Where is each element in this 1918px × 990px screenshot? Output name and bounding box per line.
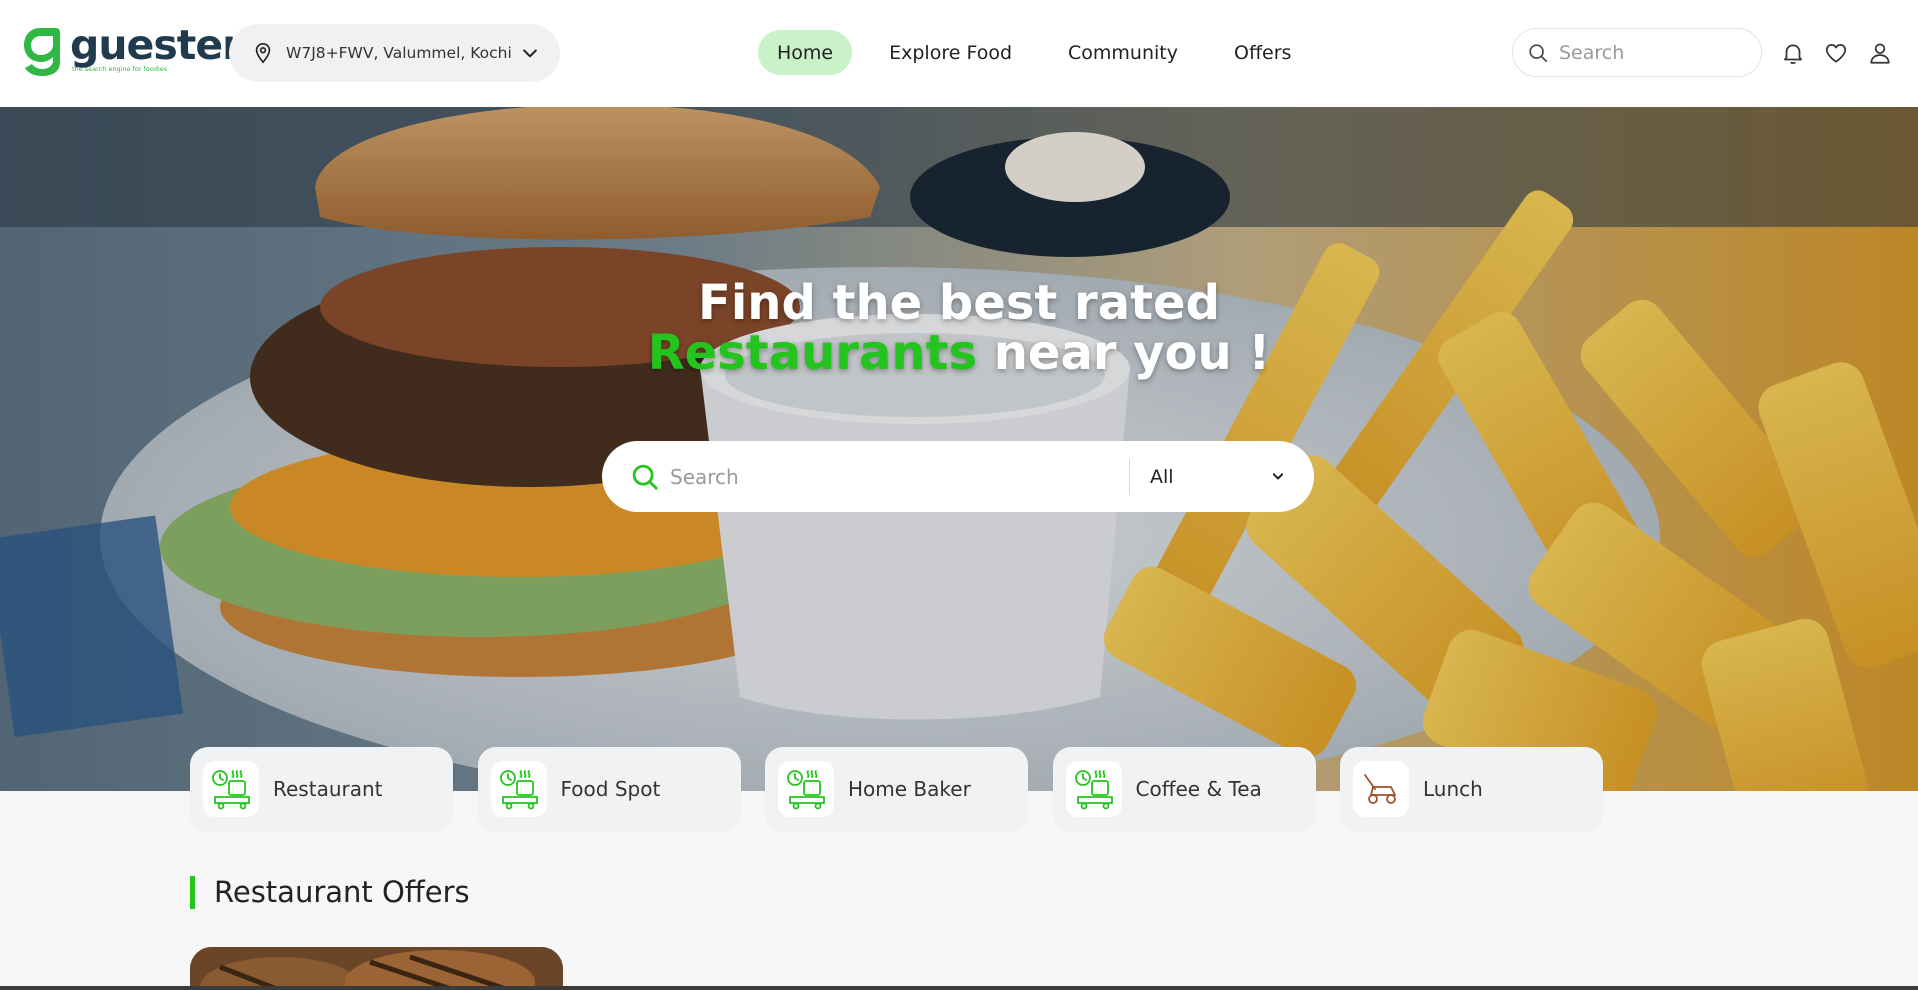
category-label: Restaurant <box>273 776 383 801</box>
search-icon <box>632 464 658 490</box>
hero-title-rest: near you ! <box>977 325 1271 381</box>
category-list: Restaurant Food Spot Home Baker Coffee &… <box>190 747 1628 830</box>
category-label: Home Baker <box>848 776 971 801</box>
user-icon[interactable] <box>1867 40 1893 66</box>
location-selector[interactable]: W7J8+FWV, Valummel, Kochi <box>229 24 560 82</box>
category-label: Food Spot <box>560 776 661 801</box>
chevron-down-icon <box>1272 473 1284 480</box>
category-food-spot[interactable]: Food Spot <box>477 747 741 830</box>
header-search[interactable] <box>1512 28 1762 77</box>
offer-food-image <box>190 947 563 990</box>
hero-search-input[interactable] <box>670 464 1110 489</box>
food-spot-delivery-icon <box>490 760 547 817</box>
nav-explore-food[interactable]: Explore Food <box>870 30 1031 75</box>
home-baker-delivery-icon <box>778 760 834 817</box>
category-coffee-tea[interactable]: Coffee & Tea <box>1052 747 1316 830</box>
offer-card[interactable] <box>190 947 563 990</box>
filter-value: All <box>1150 465 1174 488</box>
coffee-tea-delivery-icon <box>1065 760 1122 817</box>
hero-title-line1: Find the best rated <box>698 275 1220 331</box>
top-header: guester the search engine for foodies W7… <box>0 0 1918 107</box>
hero-banner: Find the best rated Restaurants near you… <box>0 107 1918 791</box>
category-lunch[interactable]: Lunch <box>1340 747 1603 830</box>
logo-mark-icon <box>24 28 60 76</box>
location-pin-icon <box>255 43 271 64</box>
search-divider <box>1129 459 1130 495</box>
category-label: Coffee & Tea <box>1135 776 1262 801</box>
bottom-edge <box>0 986 1918 990</box>
bell-icon[interactable] <box>1780 40 1806 66</box>
nav-offers[interactable]: Offers <box>1215 30 1310 75</box>
hero-title-line2: Restaurants near you ! <box>0 328 1918 378</box>
nav-community[interactable]: Community <box>1049 30 1197 75</box>
category-restaurant[interactable]: Restaurant <box>190 747 453 830</box>
category-label: Lunch <box>1423 776 1483 801</box>
hero-search-bar[interactable]: All <box>602 441 1314 512</box>
brand-logo[interactable]: guester the search engine for foodies <box>22 21 242 78</box>
restaurant-delivery-icon <box>203 760 259 817</box>
header-search-input[interactable] <box>1559 41 1739 64</box>
location-text: W7J8+FWV, Valummel, Kochi <box>286 44 512 62</box>
section-title-restaurant-offers: Restaurant Offers <box>190 876 470 909</box>
search-icon <box>1529 43 1548 62</box>
hero-title-accent: Restaurants <box>647 325 978 381</box>
brand-name: guester <box>70 21 242 69</box>
heart-icon[interactable] <box>1823 40 1849 66</box>
category-home-baker[interactable]: Home Baker <box>765 747 1028 830</box>
category-filter-select[interactable]: All <box>1150 441 1300 512</box>
chevron-down-icon <box>523 49 537 58</box>
lawn-mower-icon <box>1353 760 1409 817</box>
main-nav: Home Explore Food Community Offers <box>758 30 1310 75</box>
brand-tagline: the search engine for foodies <box>72 65 168 73</box>
nav-home[interactable]: Home <box>758 30 853 75</box>
